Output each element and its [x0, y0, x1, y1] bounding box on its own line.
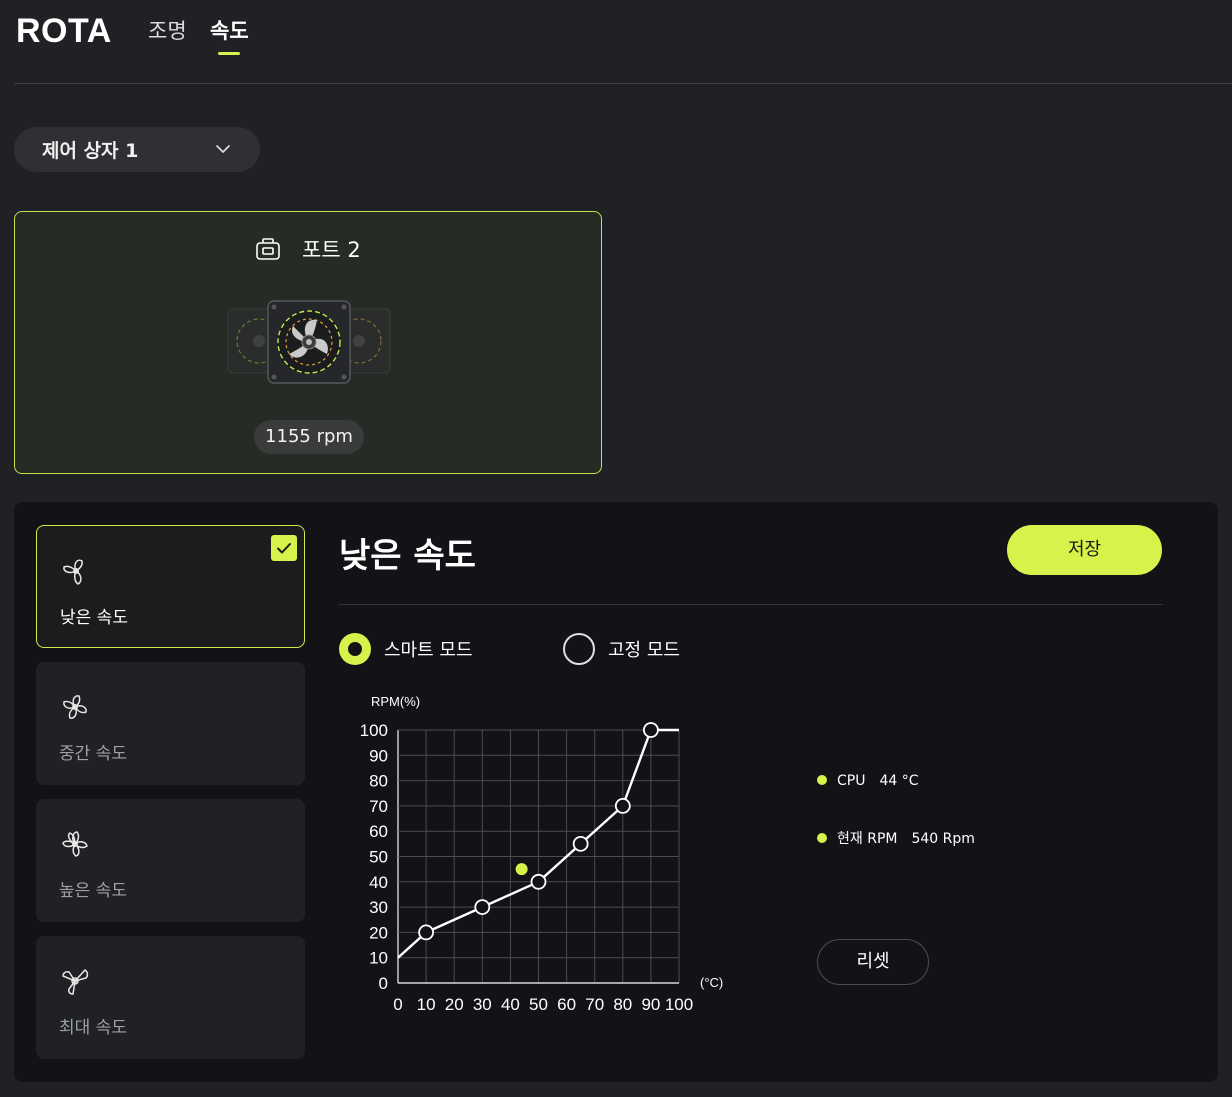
legend-rpm-value: 540 Rpm: [911, 831, 975, 847]
tab-speed-label: 속도: [210, 19, 249, 43]
y-tick-label: 50: [369, 848, 388, 867]
port-title-label: 포트 2: [302, 238, 361, 262]
fan-curve-chart[interactable]: RPM(%) (°C) 0 10 20 30 40 50 60 70 80 90 100 0 10 20 3…: [339, 682, 759, 1022]
fan-medium-icon: [63, 695, 87, 719]
port-icon: [256, 238, 281, 260]
curve-control-point[interactable]: [474, 899, 491, 916]
fan-group-image: [227, 300, 391, 384]
tab-lighting[interactable]: 조명: [148, 15, 187, 45]
mode-item-max[interactable]: 최대 속도: [36, 936, 305, 1059]
legend-rpm-label: 현재 RPM: [837, 831, 898, 847]
x-tick-label: 40: [501, 995, 520, 1014]
port-rpm-badge: 1155 rpm: [254, 420, 364, 454]
speed-mode-title: 낮은 속도: [339, 536, 476, 576]
tab-speed[interactable]: 속도: [210, 15, 249, 55]
mode-item-high[interactable]: 높은 속도: [36, 799, 305, 922]
x-axis-label: (°C): [700, 975, 723, 990]
port-card[interactable]: 포트 2 1155 rpm: [14, 211, 602, 474]
mode-item-medium[interactable]: 중간 속도: [36, 662, 305, 785]
speed-settings-panel: 낮은 속도 중간 속도 높은 속도 최대 속도 낮은 속도 저장 스마트 모드 …: [14, 502, 1218, 1082]
fan-high-icon: [62, 831, 88, 857]
fan-low-icon: [63, 559, 83, 585]
selected-checkbox[interactable]: [271, 535, 297, 561]
fixed-mode-radio[interactable]: [563, 633, 595, 665]
mode-item-low[interactable]: 낮은 속도: [36, 525, 305, 648]
x-tick-label: 80: [613, 995, 632, 1014]
y-tick-label: 40: [369, 873, 388, 892]
port-title: 포트 2: [15, 234, 601, 264]
x-tick-label: 0: [393, 995, 402, 1014]
controller-select-value: 제어 상자 1: [42, 140, 139, 162]
curve-control-point[interactable]: [530, 873, 547, 890]
top-navigation-bar: ROTA 조명 속도: [14, 0, 1232, 84]
curve-control-point[interactable]: [572, 835, 589, 852]
curve-control-point[interactable]: [642, 722, 659, 738]
y-tick-label: 0: [379, 974, 388, 993]
legend-dot: [817, 833, 827, 843]
y-tick-label: 10: [369, 949, 388, 968]
smart-mode-radio[interactable]: [339, 633, 371, 665]
chart-current-point: [515, 863, 528, 876]
y-tick-label: 80: [369, 772, 388, 791]
curve-control-point[interactable]: [614, 798, 631, 814]
y-tick-label: 70: [369, 797, 388, 816]
mode-item-high-label: 높은 속도: [59, 881, 127, 901]
fan-max-icon: [62, 969, 89, 995]
y-axis-label: RPM(%): [371, 694, 420, 709]
x-tick-label: 60: [557, 995, 576, 1014]
y-tick-label: 20: [369, 923, 388, 942]
active-tab-indicator: [218, 52, 241, 55]
fixed-mode-label[interactable]: 고정 모드: [608, 636, 680, 662]
y-tick-label: 60: [369, 822, 388, 841]
legend-cpu: CPU 44 °C: [817, 773, 919, 789]
y-tick-label: 100: [360, 721, 388, 740]
x-tick-label: 30: [473, 995, 492, 1014]
mode-item-max-label: 최대 속도: [59, 1018, 127, 1038]
y-tick-label: 90: [369, 746, 388, 765]
mode-item-medium-label: 중간 속도: [59, 744, 127, 764]
x-tick-label: 70: [585, 995, 604, 1014]
check-icon: [277, 543, 291, 554]
smart-mode-label[interactable]: 스마트 모드: [384, 636, 473, 662]
mode-item-low-label: 낮은 속도: [60, 608, 128, 628]
curve-control-point[interactable]: [418, 924, 434, 941]
x-tick-label: 90: [641, 995, 660, 1014]
legend-rpm: 현재 RPM 540 Rpm: [817, 828, 975, 848]
legend-dot: [817, 775, 827, 785]
chevron-down-icon: [216, 145, 230, 153]
x-tick-label: 10: [417, 995, 436, 1014]
x-tick-label: 50: [529, 995, 548, 1014]
reset-button[interactable]: 리셋: [817, 939, 929, 985]
controller-select[interactable]: 제어 상자 1: [14, 127, 260, 172]
legend-cpu-value: 44 °C: [879, 773, 919, 789]
x-tick-label: 20: [445, 995, 464, 1014]
current-operating-point: [515, 863, 528, 876]
app-logo: ROTA: [16, 12, 112, 50]
legend-cpu-label: CPU: [837, 773, 866, 789]
x-tick-label: 100: [665, 995, 693, 1014]
y-tick-label: 30: [369, 898, 388, 917]
section-divider: [339, 604, 1163, 605]
save-button[interactable]: 저장: [1007, 525, 1162, 575]
